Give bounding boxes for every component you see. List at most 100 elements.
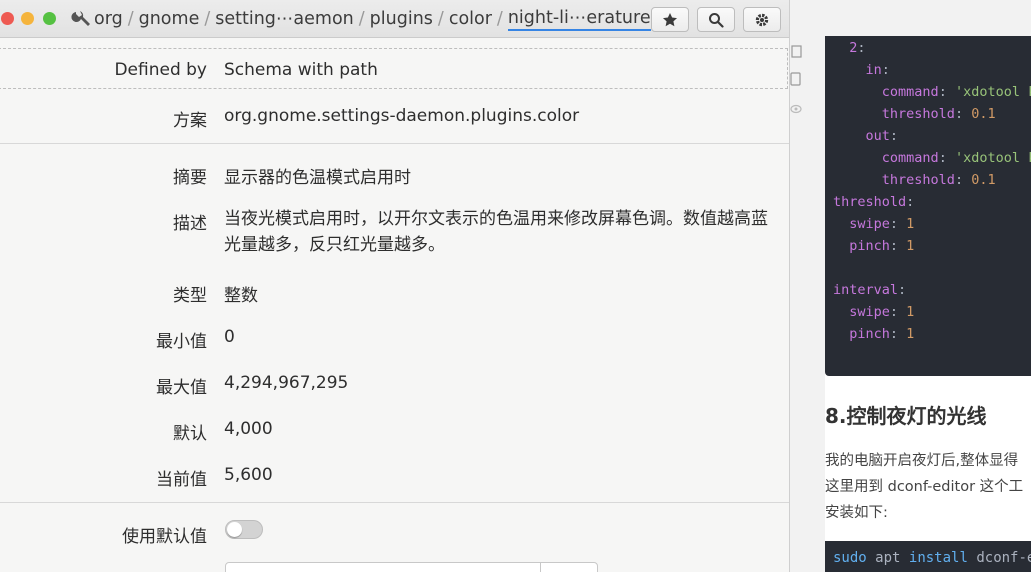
defined-by-label: Defined by — [114, 60, 207, 80]
breadcrumb-item-gnome[interactable]: gnome — [139, 9, 200, 29]
defined-by-value: Schema with path — [224, 60, 378, 80]
code-line: threshold: 0.1 — [881, 172, 996, 188]
code-value: 1 — [906, 304, 915, 320]
code-key: swipe — [849, 304, 890, 320]
code-value: 'xdotool k — [954, 150, 1031, 166]
use-default-switch[interactable] — [225, 520, 263, 539]
default-label: 默认 — [173, 424, 207, 444]
current-value-label: 当前值 — [156, 470, 207, 490]
maximum-label: 最大值 — [156, 378, 207, 398]
code-line: 2: — [849, 40, 874, 56]
paragraph-line: 安装如下: — [825, 505, 888, 521]
maximize-window-button[interactable] — [43, 12, 56, 25]
cmd-package: dconf-ed — [976, 550, 1031, 566]
breadcrumb-separator: / — [496, 9, 503, 29]
paragraph-line: 这里用到 dconf-editor 这个工 — [825, 479, 1024, 495]
code-key: threshold — [833, 194, 907, 210]
code-key: command — [881, 150, 939, 166]
page-top-strip — [825, 0, 1031, 36]
schema-label: 方案 — [173, 111, 207, 131]
star-icon — [663, 12, 677, 26]
code-line: in: — [865, 62, 899, 78]
dconf-editor-window: org / gnome / setting⋯aemon / plugins / … — [0, 0, 790, 572]
cmd-sudo: sudo — [833, 550, 867, 566]
custom-value-input[interactable] — [225, 562, 598, 572]
code-key: interval — [833, 282, 899, 298]
yaml-code-block: 2: in: command: 'xdotool k threshold: 0.… — [825, 36, 1031, 376]
code-key: pinch — [849, 238, 890, 254]
minimize-window-button[interactable] — [21, 12, 34, 25]
type-value: 整数 — [224, 286, 258, 306]
code-key: 2 — [849, 40, 858, 56]
code-key: pinch — [849, 326, 890, 342]
search-icon — [709, 12, 724, 28]
breadcrumb-separator: / — [204, 9, 211, 29]
bookmark-button[interactable] — [651, 7, 689, 32]
code-key: threshold — [881, 172, 955, 188]
code-line: pinch: 1 — [849, 326, 915, 342]
code-key: command — [881, 84, 939, 100]
code-value: 1 — [906, 238, 915, 254]
code-line: out: — [865, 128, 907, 144]
divider — [0, 502, 789, 503]
schema-value: org.gnome.settings-daemon.plugins.color — [224, 106, 580, 126]
description-value: 当夜光模式启用时，以开尔文表示的色温用来修改屏幕色调。数值越高蓝光量越多，反只红… — [224, 209, 768, 255]
code-value: 'xdotool k — [954, 84, 1031, 100]
breadcrumb-item-settings-daemon[interactable]: setting⋯aemon — [215, 9, 354, 29]
code-key: in — [865, 62, 882, 78]
divider — [0, 143, 789, 144]
summary-value: 显示器的色温模式启用时 — [224, 168, 411, 188]
current-value: 5,600 — [224, 465, 273, 485]
default-value: 4,000 — [224, 419, 273, 439]
breadcrumb-separator: / — [437, 9, 444, 29]
code-value: 1 — [906, 216, 915, 232]
cmd-apt: apt — [875, 550, 901, 566]
description-label: 描述 — [173, 214, 207, 234]
key-properties-list: Defined by Schema with path 方案 org.gnome… — [0, 38, 789, 572]
header-bar: org / gnome / setting⋯aemon / plugins / … — [0, 0, 789, 38]
wrench-icon[interactable] — [70, 8, 92, 30]
breadcrumb: org / gnome / setting⋯aemon / plugins / … — [94, 0, 651, 38]
document-icon[interactable] — [790, 72, 802, 86]
code-key: threshold — [881, 106, 955, 122]
code-line: pinch: 1 — [849, 238, 915, 254]
eye-icon[interactable] — [790, 102, 802, 116]
cmd-install: install — [908, 550, 968, 566]
code-value: 0.1 — [971, 172, 996, 188]
menu-button[interactable] — [743, 7, 781, 32]
paragraph-line: 我的电脑开启夜灯后,整体显得 — [825, 453, 1019, 469]
switch-knob — [227, 522, 242, 537]
minimum-value: 0 — [224, 327, 235, 347]
breadcrumb-item-color[interactable]: color — [449, 9, 492, 29]
code-value: 1 — [906, 326, 915, 342]
use-default-label: 使用默认值 — [122, 527, 207, 547]
summary-label: 摘要 — [173, 168, 207, 188]
breadcrumb-separator: / — [358, 9, 365, 29]
code-value: 0.1 — [971, 106, 996, 122]
type-label: 类型 — [173, 286, 207, 306]
breadcrumb-item-org[interactable]: org — [94, 9, 123, 29]
code-line: swipe: 1 — [849, 304, 915, 320]
install-command: sudo apt install dconf-ed — [833, 550, 1031, 566]
code-key: swipe — [849, 216, 890, 232]
minimum-label: 最小值 — [156, 332, 207, 352]
gear-icon — [755, 13, 769, 26]
input-divider — [540, 563, 541, 572]
code-line: command: 'xdotool k — [833, 147, 1031, 169]
close-window-button[interactable] — [1, 12, 14, 25]
code-line: threshold: 0.1 — [881, 106, 996, 122]
breadcrumb-item-plugins[interactable]: plugins — [370, 9, 433, 29]
search-button[interactable] — [697, 7, 735, 32]
code-line: swipe: 1 — [849, 216, 915, 232]
code-line: threshold: — [833, 194, 923, 210]
section-heading: 8.控制夜灯的光线 — [825, 404, 987, 428]
copy-icon[interactable] — [790, 44, 802, 58]
maximum-value: 4,294,967,295 — [224, 373, 349, 393]
code-line: command: 'xdotool k — [833, 81, 1031, 103]
article-page: 2: in: command: 'xdotool k threshold: 0.… — [825, 0, 1031, 572]
browser-side-toolbar — [790, 0, 825, 572]
breadcrumb-separator: / — [127, 9, 134, 29]
breadcrumb-item-current[interactable]: night-li⋯erature — [507, 8, 651, 31]
code-key: out — [865, 128, 890, 144]
code-line: interval: — [833, 282, 915, 298]
